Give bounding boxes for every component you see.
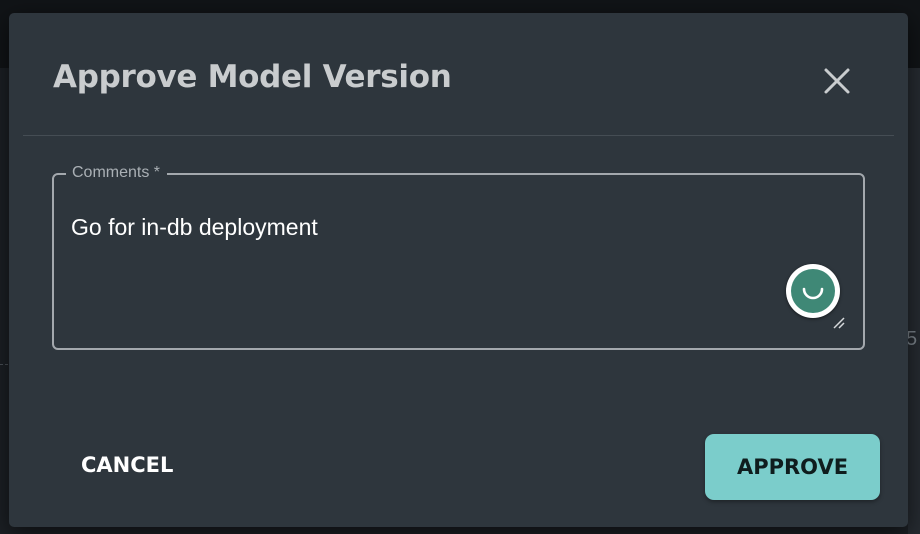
- close-button[interactable]: [817, 61, 857, 101]
- writing-assistant-button[interactable]: [786, 264, 840, 318]
- approve-button[interactable]: APPROVE: [705, 434, 880, 500]
- approve-button-label: APPROVE: [736, 455, 849, 479]
- comments-textarea[interactable]: Comments * Go for in-db deployment: [52, 163, 865, 350]
- resize-handle-icon[interactable]: [830, 314, 846, 330]
- close-icon: [824, 68, 850, 94]
- approve-model-dialog: Approve Model Version Comments * Go for …: [9, 13, 908, 527]
- comments-value[interactable]: Go for in-db deployment: [71, 214, 318, 241]
- comments-label: Comments *: [66, 163, 168, 183]
- background-panel-edge: [908, 68, 920, 534]
- writing-assistant-icon: [791, 269, 835, 313]
- title-divider: [23, 135, 894, 136]
- cancel-button-label: CANCEL: [81, 453, 174, 477]
- cancel-button[interactable]: CANCEL: [61, 436, 201, 498]
- dialog-title: Approve Model Version: [53, 59, 452, 95]
